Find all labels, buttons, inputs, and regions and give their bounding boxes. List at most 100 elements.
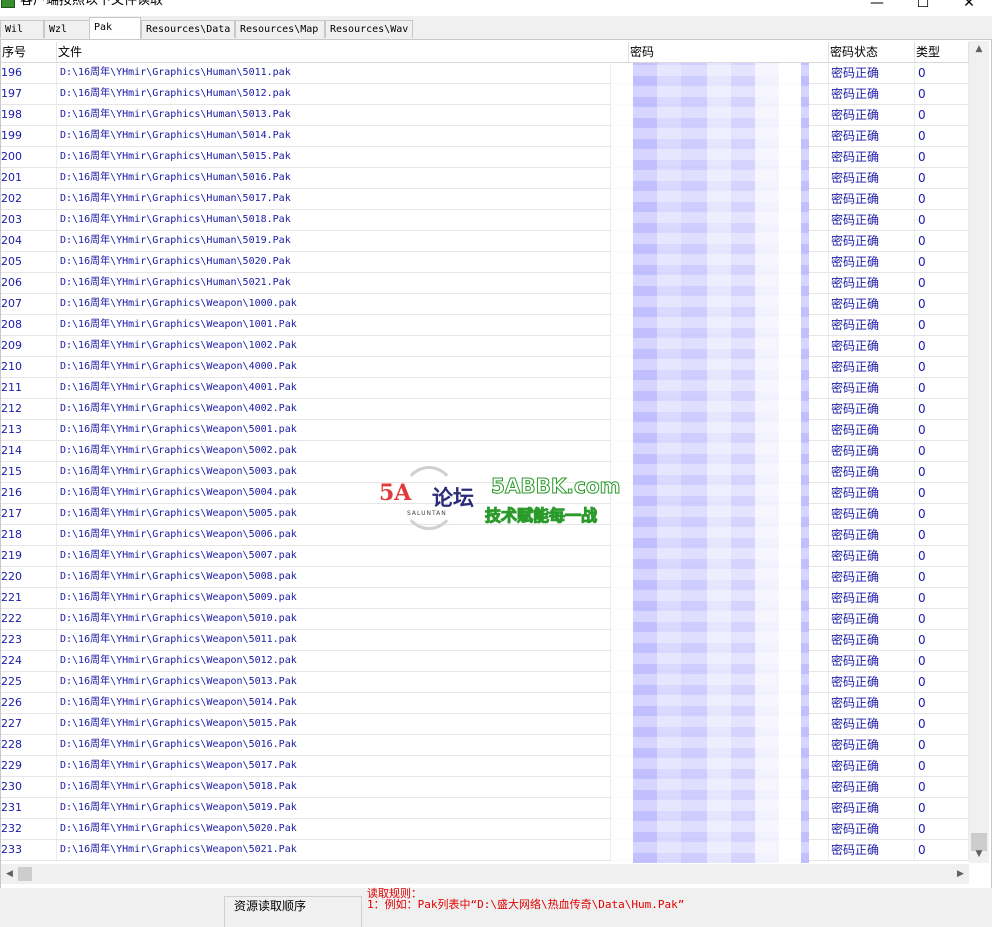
cell-num: 227 <box>1 714 57 734</box>
cell-type: 0 <box>915 777 969 797</box>
tab-wzl[interactable]: Wzl <box>44 20 90 38</box>
minimize-icon: — <box>870 0 884 11</box>
table-row[interactable]: 205 D:\16周年\YHmir\Graphics\Human\5020.Pak… <box>1 252 969 273</box>
tab-wil[interactable]: Wil <box>0 20 44 38</box>
table-row[interactable]: 201 D:\16周年\YHmir\Graphics\Human\5016.Pak… <box>1 168 969 189</box>
table-row[interactable]: 208 D:\16周年\YHmir\Graphics\Weapon\1001.Pa… <box>1 315 969 336</box>
table-row[interactable]: 207 D:\16周年\YHmir\Graphics\Weapon\1000.pa… <box>1 294 969 315</box>
rules-line-1: 1：例如：Pak列表中“D:\盛大网络\热血传奇\Data\Hum.Pak” <box>367 898 685 911</box>
cell-file: D:\16周年\YHmir\Graphics\Weapon\5018.Pak <box>57 777 611 797</box>
scroll-down-icon[interactable]: ▼ <box>969 846 989 863</box>
cell-type: 0 <box>915 147 969 167</box>
tab-resources-data[interactable]: Resources\Data <box>141 20 235 38</box>
cell-status: 密码正确 <box>829 504 915 524</box>
table-row[interactable]: 203 D:\16周年\YHmir\Graphics\Human\5018.Pak… <box>1 210 969 231</box>
cell-num: 209 <box>1 336 57 356</box>
table-row[interactable]: 226 D:\16周年\YHmir\Graphics\Weapon\5014.Pa… <box>1 693 969 714</box>
watermark-logo-cn: 论坛 <box>432 486 474 510</box>
table-row[interactable]: 198 D:\16周年\YHmir\Graphics\Human\5013.Pak… <box>1 105 969 126</box>
table-row[interactable]: 231 D:\16周年\YHmir\Graphics\Weapon\5019.Pa… <box>1 798 969 819</box>
table-row[interactable]: 209 D:\16周年\YHmir\Graphics\Weapon\1002.Pa… <box>1 336 969 357</box>
table-row[interactable]: 197 D:\16周年\YHmir\Graphics\Human\5012.pak… <box>1 84 969 105</box>
table-row[interactable]: 199 D:\16周年\YHmir\Graphics\Human\5014.Pak… <box>1 126 969 147</box>
table-row[interactable]: 196 D:\16周年\YHmir\Graphics\Human\5011.pak… <box>1 63 969 84</box>
scroll-right-icon[interactable]: ▶ <box>952 864 969 884</box>
cell-type: 0 <box>915 105 969 125</box>
table-row[interactable]: 228 D:\16周年\YHmir\Graphics\Weapon\5016.Pa… <box>1 735 969 756</box>
table-row[interactable]: 227 D:\16周年\YHmir\Graphics\Weapon\5015.Pa… <box>1 714 969 735</box>
col-header-type[interactable]: 类型 <box>915 42 969 62</box>
table-row[interactable]: 212 D:\16周年\YHmir\Graphics\Weapon\4002.Pa… <box>1 399 969 420</box>
scroll-left-icon[interactable]: ◀ <box>1 864 18 884</box>
table-row[interactable]: 211 D:\16周年\YHmir\Graphics\Weapon\4001.Pa… <box>1 378 969 399</box>
table-row[interactable]: 224 D:\16周年\YHmir\Graphics\Weapon\5012.pa… <box>1 651 969 672</box>
table-row[interactable]: 210 D:\16周年\YHmir\Graphics\Weapon\4000.Pa… <box>1 357 969 378</box>
vertical-scrollbar[interactable]: ▲ ▼ <box>969 41 989 863</box>
cell-type: 0 <box>915 63 969 83</box>
cell-num: 202 <box>1 189 57 209</box>
table-row[interactable]: 214 D:\16周年\YHmir\Graphics\Weapon\5002.pa… <box>1 441 969 462</box>
table-row[interactable]: 229 D:\16周年\YHmir\Graphics\Weapon\5017.Pa… <box>1 756 969 777</box>
table-row[interactable]: 200 D:\16周年\YHmir\Graphics\Human\5015.Pak… <box>1 147 969 168</box>
cell-num: 224 <box>1 651 57 671</box>
maximize-button[interactable]: ☐ <box>900 0 946 16</box>
cell-num: 213 <box>1 420 57 440</box>
table-row[interactable]: 222 D:\16周年\YHmir\Graphics\Weapon\5010.pa… <box>1 609 969 630</box>
cell-num: 222 <box>1 609 57 629</box>
table-row[interactable]: 219 D:\16周年\YHmir\Graphics\Weapon\5007.pa… <box>1 546 969 567</box>
table-row[interactable]: 233 D:\16周年\YHmir\Graphics\Weapon\5021.Pa… <box>1 840 969 861</box>
cell-type: 0 <box>915 693 969 713</box>
cell-status: 密码正确 <box>829 798 915 818</box>
tab-resources-wav[interactable]: Resources\Wav <box>325 20 413 38</box>
col-header-password[interactable]: 密码 <box>629 42 829 62</box>
cell-file: D:\16周年\YHmir\Graphics\Weapon\5001.pak <box>57 420 611 440</box>
cell-status: 密码正确 <box>829 126 915 146</box>
cell-file: D:\16周年\YHmir\Graphics\Weapon\1000.pak <box>57 294 611 314</box>
cell-status: 密码正确 <box>829 777 915 797</box>
cell-num: 206 <box>1 273 57 293</box>
cell-file: D:\16周年\YHmir\Graphics\Human\5020.Pak <box>57 252 611 272</box>
horizontal-scrollbar[interactable]: ◀ ▶ <box>1 864 969 884</box>
cell-num: 225 <box>1 672 57 692</box>
cell-file: D:\16周年\YHmir\Graphics\Human\5015.Pak <box>57 147 611 167</box>
cell-num: 229 <box>1 756 57 776</box>
table-row[interactable]: 206 D:\16周年\YHmir\Graphics\Human\5021.Pak… <box>1 273 969 294</box>
cell-status: 密码正确 <box>829 210 915 230</box>
cell-type: 0 <box>915 84 969 104</box>
cell-type: 0 <box>915 672 969 692</box>
horizontal-scroll-thumb[interactable] <box>18 867 32 881</box>
cell-status: 密码正确 <box>829 609 915 629</box>
cell-type: 0 <box>915 483 969 503</box>
cell-type: 0 <box>915 378 969 398</box>
cell-num: 211 <box>1 378 57 398</box>
cell-num: 220 <box>1 567 57 587</box>
close-button[interactable]: ✕ <box>946 0 992 16</box>
col-header-file[interactable]: 文件 <box>57 42 629 62</box>
cell-type: 0 <box>915 294 969 314</box>
cell-num: 228 <box>1 735 57 755</box>
scroll-up-icon[interactable]: ▲ <box>969 41 989 58</box>
table-row[interactable]: 204 D:\16周年\YHmir\Graphics\Human\5019.Pak… <box>1 231 969 252</box>
table-row[interactable]: 225 D:\16周年\YHmir\Graphics\Weapon\5013.Pa… <box>1 672 969 693</box>
col-header-status[interactable]: 密码状态 <box>829 42 915 62</box>
window-title: 客户端按照以下文件读取 <box>20 0 164 8</box>
minimize-button[interactable]: — <box>854 0 900 16</box>
cell-status: 密码正确 <box>829 588 915 608</box>
cell-type: 0 <box>915 252 969 272</box>
table-row[interactable]: 213 D:\16周年\YHmir\Graphics\Weapon\5001.pa… <box>1 420 969 441</box>
table-row[interactable]: 202 D:\16周年\YHmir\Graphics\Human\5017.Pak… <box>1 189 969 210</box>
cell-num: 218 <box>1 525 57 545</box>
cell-status: 密码正确 <box>829 84 915 104</box>
cell-type: 0 <box>915 630 969 650</box>
table-row[interactable]: 232 D:\16周年\YHmir\Graphics\Weapon\5020.Pa… <box>1 819 969 840</box>
cell-file: D:\16周年\YHmir\Graphics\Weapon\5011.pak <box>57 630 611 650</box>
table-row[interactable]: 221 D:\16周年\YHmir\Graphics\Weapon\5009.pa… <box>1 588 969 609</box>
table-row[interactable]: 230 D:\16周年\YHmir\Graphics\Weapon\5018.Pa… <box>1 777 969 798</box>
tab-pak[interactable]: Pak <box>89 17 141 39</box>
cell-status: 密码正确 <box>829 63 915 83</box>
cell-num: 214 <box>1 441 57 461</box>
table-row[interactable]: 220 D:\16周年\YHmir\Graphics\Weapon\5008.pa… <box>1 567 969 588</box>
col-header-num[interactable]: 序号 <box>1 42 57 62</box>
tab-resources-map[interactable]: Resources\Map <box>235 20 325 38</box>
table-row[interactable]: 223 D:\16周年\YHmir\Graphics\Weapon\5011.pa… <box>1 630 969 651</box>
